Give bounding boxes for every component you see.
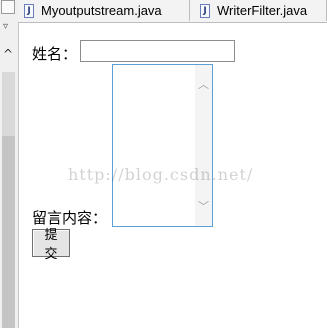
tab-writerfilter[interactable]: J WriterFilter.java [194, 0, 327, 21]
left-side-panel: ▿ ^ [0, 0, 19, 328]
browser-content: 姓名： ︿ ﹀ http://blog.csdn.net/ 留言内容： 提交 [18, 23, 327, 328]
restore-icon[interactable] [1, 0, 15, 14]
scroll-down-icon[interactable]: ﹀ [198, 201, 209, 212]
java-file-icon: J [24, 3, 34, 18]
tab-myoutputstream[interactable]: J Myoutputstream.java [18, 0, 190, 21]
scroll-up-icon[interactable]: ︿ [198, 79, 209, 90]
submit-button[interactable]: 提交 [32, 228, 70, 262]
textarea-scrollbar[interactable]: ︿ ﹀ [195, 65, 212, 226]
name-input[interactable] [80, 40, 235, 62]
tab-label: Myoutputstream.java [41, 3, 162, 18]
chevron-down-icon[interactable]: ▿ [3, 22, 8, 32]
tab-label: WriterFilter.java [217, 3, 308, 18]
message-textarea[interactable]: ︿ ﹀ [112, 64, 213, 227]
name-label: 姓名： [32, 45, 78, 63]
chevron-up-icon[interactable]: ^ [3, 48, 13, 60]
watermark: http://blog.csdn.net/ [68, 165, 254, 184]
editor-tab-strip: J Myoutputstream.java J WriterFilter.jav… [18, 0, 327, 23]
side-scrollbar-thumb[interactable] [2, 136, 15, 328]
java-file-icon: J [200, 3, 210, 18]
